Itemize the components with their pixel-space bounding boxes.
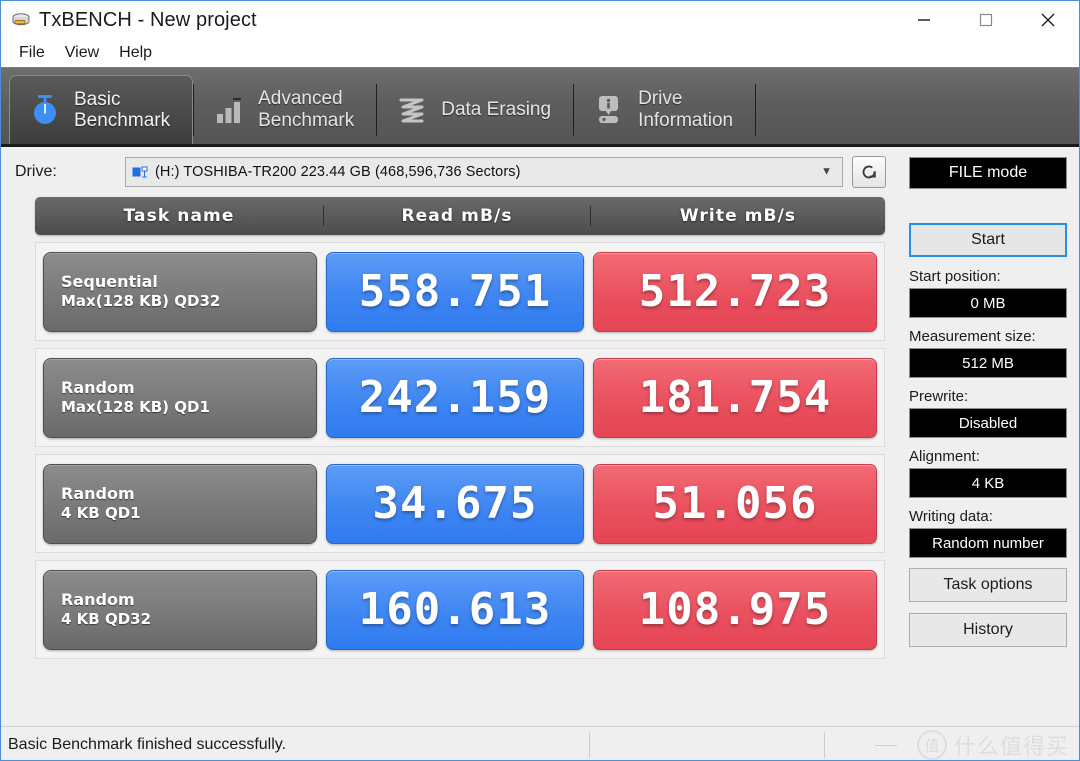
window-controls: [893, 1, 1079, 39]
prewrite-value[interactable]: Disabled: [909, 408, 1067, 438]
drive-select[interactable]: (H:) TOSHIBA-TR200 223.44 GB (468,596,73…: [125, 157, 843, 187]
read-value: 160.613: [358, 583, 552, 635]
task-name-secondary: Max(128 KB) QD1: [61, 398, 210, 417]
minimize-icon[interactable]: [893, 1, 955, 39]
read-value: 242.159: [358, 371, 552, 423]
benchmark-table: Task name Read mB/s Write mB/s Sequentia…: [35, 197, 885, 659]
status-message-segment: Basic Benchmark finished successfully.: [1, 736, 589, 754]
drive-app-icon: [10, 9, 32, 31]
left-pane: Drive: (H:) TOSHIBA-TR200 223.44 GB (468…: [1, 147, 899, 726]
watermark: 值 什么值得买: [916, 729, 1069, 760]
read-value-cell: 242.159: [326, 357, 584, 438]
drive-selector-row: Drive: (H:) TOSHIBA-TR200 223.44 GB (468…: [1, 147, 899, 197]
status-segment-3: 值 什么值得买: [824, 729, 1079, 760]
settings-sidebar: FILE mode Start Start position: 0 MB Mea…: [899, 147, 1079, 726]
start-position-value[interactable]: 0 MB: [909, 288, 1067, 318]
tab-advanced-benchmark-label: Advanced Benchmark: [258, 88, 355, 131]
read-value-cell: 34.675: [326, 463, 584, 544]
tab-drive-information[interactable]: Drive Information: [574, 75, 755, 144]
history-button[interactable]: History: [909, 613, 1067, 647]
shredder-icon: [395, 92, 429, 128]
tab-data-erasing-label: Data Erasing: [441, 98, 552, 120]
watermark-rule: [875, 745, 897, 746]
status-message: Basic Benchmark finished successfully.: [8, 736, 287, 753]
writing-data-value[interactable]: Random number: [909, 528, 1067, 558]
tab-basic-benchmark-label: Basic Benchmark: [74, 88, 171, 131]
start-button[interactable]: Start: [909, 223, 1067, 257]
txbench-window: TxBENCH - New project File View Help Bas…: [0, 0, 1080, 761]
menu-item-help[interactable]: Help: [111, 42, 160, 64]
tab-strip: Basic Benchmark Advanced Benchmark Data …: [1, 67, 1079, 147]
tab-drive-information-label: Drive Information: [638, 88, 734, 131]
refresh-drives-button[interactable]: [852, 156, 886, 188]
menu-item-view[interactable]: View: [57, 42, 107, 64]
status-segment-2: [589, 732, 824, 758]
watermark-text: 什么值得买: [953, 735, 1069, 760]
read-value: 558.751: [358, 265, 552, 317]
write-value: 51.056: [652, 477, 818, 529]
task-cell: Random 4 KB QD32: [43, 569, 317, 650]
task-cell: Random 4 KB QD1: [43, 463, 317, 544]
alignment-label: Alignment:: [909, 448, 980, 465]
task-name-primary: Random: [61, 590, 135, 610]
tab-basic-benchmark[interactable]: Basic Benchmark: [9, 75, 194, 144]
task-name-primary: Random: [61, 484, 135, 504]
column-header-read: Read mB/s: [323, 206, 590, 226]
writing-data-label: Writing data:: [909, 508, 993, 525]
watermark-badge-icon: 值: [916, 730, 947, 760]
task-options-button[interactable]: Task options: [909, 568, 1067, 602]
title-bar: TxBENCH - New project: [1, 1, 1079, 39]
maximize-icon[interactable]: [955, 1, 1017, 39]
drive-label: Drive:: [15, 163, 57, 180]
write-value: 181.754: [638, 371, 832, 423]
task-name-secondary: 4 KB QD32: [61, 610, 152, 629]
column-header-task-name: Task name: [123, 206, 235, 226]
table-row: Random Max(128 KB) QD1 242.159 181.754: [35, 348, 885, 447]
measurement-size-label: Measurement size:: [909, 328, 1036, 345]
main-body: Drive: (H:) TOSHIBA-TR200 223.44 GB (468…: [1, 147, 1079, 726]
column-header-write: Write mB/s: [590, 206, 885, 226]
tab-data-erasing[interactable]: Data Erasing: [377, 75, 573, 144]
table-header-row: Task name Read mB/s Write mB/s: [35, 197, 885, 235]
start-position-label: Start position:: [909, 268, 1001, 285]
write-value-cell: 181.754: [593, 357, 877, 438]
close-icon[interactable]: [1017, 1, 1079, 39]
window-title: TxBENCH - New project: [39, 8, 257, 31]
menu-item-file[interactable]: File: [11, 42, 53, 64]
task-name-primary: Sequential: [61, 272, 158, 292]
measurement-size-value[interactable]: 512 MB: [909, 348, 1067, 378]
write-value-cell: 512.723: [593, 251, 877, 332]
task-cell: Sequential Max(128 KB) QD32: [43, 251, 317, 332]
alignment-value[interactable]: 4 KB: [909, 468, 1067, 498]
chevron-down-icon: ▼: [821, 165, 832, 178]
menu-bar: File View Help: [1, 39, 1079, 67]
drive-select-value: (H:) TOSHIBA-TR200 223.44 GB (468,596,73…: [155, 164, 521, 180]
tab-advanced-benchmark[interactable]: Advanced Benchmark: [194, 75, 376, 144]
write-value-cell: 108.975: [593, 569, 877, 650]
drive-info-icon: [592, 92, 626, 128]
stopwatch-icon: [28, 92, 62, 128]
task-name-secondary: Max(128 KB) QD32: [61, 292, 221, 311]
tab-separator: [755, 84, 757, 136]
prewrite-label: Prewrite:: [909, 388, 969, 405]
table-row: Random 4 KB QD32 160.613 108.975: [35, 560, 885, 659]
table-row: Sequential Max(128 KB) QD32 558.751 512.…: [35, 242, 885, 341]
write-value: 512.723: [638, 265, 832, 317]
read-value: 34.675: [372, 477, 538, 529]
read-value-cell: 558.751: [326, 251, 584, 332]
task-name-secondary: 4 KB QD1: [61, 504, 141, 523]
table-row: Random 4 KB QD1 34.675 51.056: [35, 454, 885, 553]
write-value-cell: 51.056: [593, 463, 877, 544]
task-cell: Random Max(128 KB) QD1: [43, 357, 317, 438]
status-bar: Basic Benchmark finished successfully. 值…: [1, 726, 1079, 760]
read-value-cell: 160.613: [326, 569, 584, 650]
task-name-primary: Random: [61, 378, 135, 398]
drive-icon: [132, 165, 148, 179]
write-value: 108.975: [638, 583, 832, 635]
bar-chart-icon: [212, 92, 246, 128]
mode-display[interactable]: FILE mode: [909, 157, 1067, 189]
